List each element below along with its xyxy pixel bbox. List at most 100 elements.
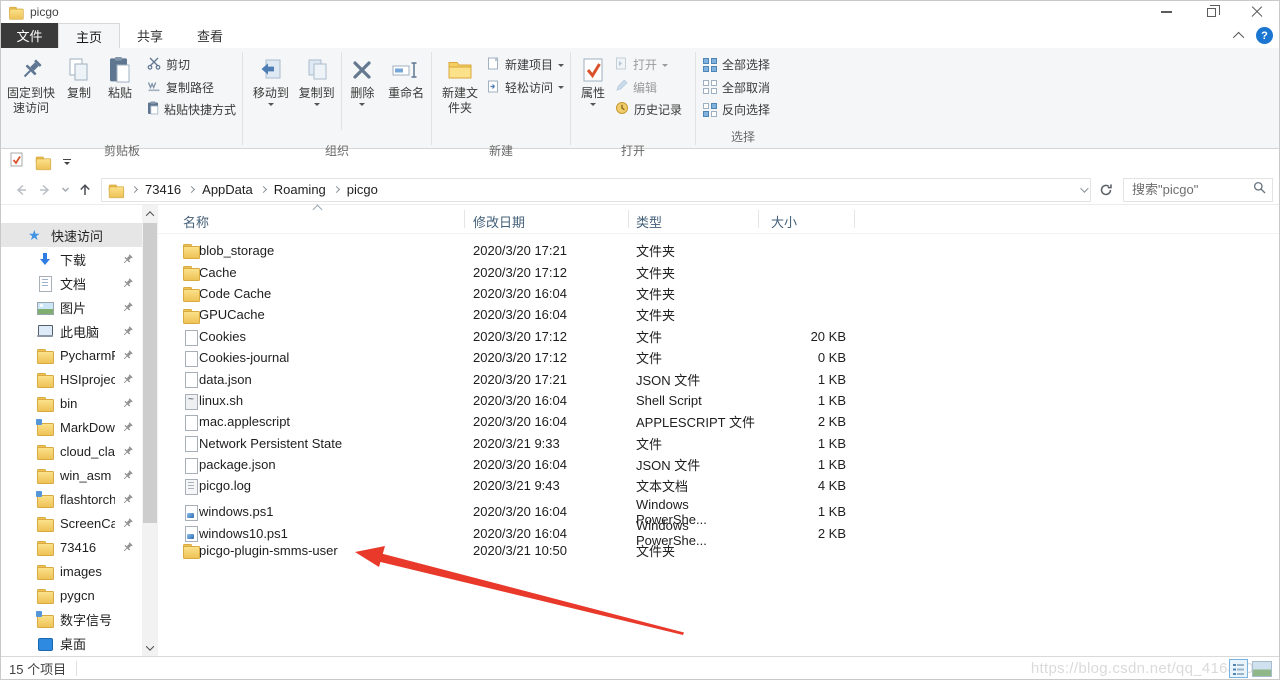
sidebar-item[interactable]: 此电脑 [1, 319, 142, 343]
select-none-button[interactable]: 全部取消 [703, 79, 770, 96]
easy-access-button[interactable]: 轻松访问 [487, 79, 565, 96]
pin-to-quick-access-button[interactable]: 固定到快速访问 [3, 49, 59, 141]
customize-toolbar-icon[interactable] [63, 159, 71, 165]
copy-path-button[interactable]: 复制路径 [147, 79, 236, 96]
sidebar-item[interactable]: flashtorch-m [1, 487, 142, 511]
collapse-ribbon-icon[interactable] [1232, 31, 1245, 43]
sidebar-item[interactable]: 快速访问 [1, 223, 142, 247]
refresh-button[interactable] [1093, 178, 1119, 202]
tab-home[interactable]: 主页 [58, 23, 121, 48]
tab-file[interactable]: 文件 [1, 23, 58, 48]
file-row[interactable]: Cookies-journal 2020/3/20 17:12 文件 0 KB [158, 347, 1279, 368]
scroll-up-icon[interactable] [142, 206, 158, 221]
organize-group-label: 组织 [324, 144, 349, 158]
file-row[interactable]: Code Cache 2020/3/20 16:04 文件夹 [158, 283, 1279, 304]
rename-button[interactable]: 重命名 [382, 49, 430, 141]
large-icons-view-button[interactable] [1252, 661, 1272, 677]
sidebar-item[interactable]: 下载 [1, 247, 142, 271]
up-button[interactable] [73, 178, 97, 202]
sidebar-item[interactable]: pygcn [1, 583, 142, 607]
sidebar-item[interactable]: 数字信号 [1, 607, 142, 631]
column-divider[interactable] [758, 210, 759, 228]
file-row[interactable]: linux.sh 2020/3/20 16:04 Shell Script 1 … [158, 390, 1279, 411]
paste-shortcut-button[interactable]: 粘贴快捷方式 [147, 101, 236, 118]
file-row[interactable]: windows10.ps1 2020/3/20 16:04 Windows Po… [158, 518, 1279, 548]
file-row[interactable]: picgo.log 2020/3/21 9:43 文本文档 4 KB [158, 475, 1279, 496]
column-header-type[interactable]: 类型 [636, 212, 662, 231]
history-button[interactable]: 历史记录 [615, 101, 682, 118]
file-row[interactable]: Cookies 2020/3/20 17:12 文件 20 KB [158, 326, 1279, 347]
scrollbar-thumb[interactable] [143, 223, 157, 523]
sidebar-item[interactable]: ScreenCaptu [1, 511, 142, 535]
details-view-button[interactable] [1229, 659, 1248, 678]
chevron-right-icon[interactable] [332, 185, 340, 194]
tab-share[interactable]: 共享 [120, 23, 180, 48]
chevron-right-icon[interactable] [130, 185, 139, 194]
chevron-right-icon[interactable] [188, 185, 196, 194]
help-icon[interactable]: ? [1256, 27, 1273, 44]
address-dropdown-icon[interactable] [1080, 183, 1089, 193]
chevron-right-icon[interactable] [259, 185, 267, 194]
file-row[interactable]: GPUCache 2020/3/20 16:04 文件夹 [158, 304, 1279, 325]
address-bar[interactable]: 73416 AppData Roaming picgo [101, 177, 1091, 202]
cut-button[interactable]: 剪切 [147, 56, 236, 73]
column-header-size[interactable]: 大小 [771, 212, 797, 231]
column-divider[interactable] [854, 210, 855, 228]
scroll-down-icon[interactable] [142, 640, 158, 655]
column-header-date[interactable]: 修改日期 [473, 212, 525, 231]
properties-quick-icon[interactable] [10, 152, 23, 172]
file-row[interactable]: package.json 2020/3/20 16:04 JSON 文件 1 K… [158, 454, 1279, 475]
minimize-button[interactable] [1144, 1, 1189, 23]
column-divider[interactable] [628, 210, 629, 228]
restore-button[interactable] [1189, 1, 1234, 23]
breadcrumb-item[interactable]: 73416 [145, 182, 181, 197]
new-folder-button[interactable]: 新建文件夹 [437, 49, 483, 141]
breadcrumb-item[interactable]: AppData [202, 182, 253, 197]
sidebar-item[interactable]: 桌面 [1, 631, 142, 655]
delete-button[interactable]: 删除 [343, 49, 383, 141]
copy-button[interactable]: 复制 [59, 49, 99, 141]
new-item-button[interactable]: 新建项目 [487, 56, 565, 73]
paste-button[interactable]: 粘贴 [99, 49, 141, 141]
file-row[interactable]: mac.applescript 2020/3/20 16:04 APPLESCR… [158, 411, 1279, 432]
close-button[interactable] [1234, 1, 1279, 23]
file-row[interactable]: Cache 2020/3/20 17:12 文件夹 [158, 261, 1279, 282]
sidebar-item[interactable]: HSIproject [1, 367, 142, 391]
column-divider[interactable] [464, 210, 465, 228]
sidebar-scrollbar[interactable] [142, 205, 158, 656]
file-row[interactable]: data.json 2020/3/20 17:21 JSON 文件 1 KB [158, 368, 1279, 389]
sidebar-item[interactable]: images [1, 559, 142, 583]
move-to-button[interactable]: 移动到 [248, 49, 294, 141]
search-icon[interactable] [1253, 181, 1266, 199]
breadcrumb-item[interactable]: picgo [347, 182, 378, 197]
back-button[interactable] [9, 178, 33, 202]
properties-button[interactable]: 属性 [574, 49, 612, 141]
tab-view[interactable]: 查看 [180, 23, 240, 48]
ribbon-separator [695, 52, 696, 145]
file-row[interactable]: blob_storage 2020/3/20 17:21 文件夹 [158, 240, 1279, 261]
select-all-button[interactable]: 全部选择 [703, 56, 770, 73]
sidebar-item[interactable]: cloud_classif [1, 439, 142, 463]
file-row[interactable]: Network Persistent State 2020/3/21 9:33 … [158, 433, 1279, 454]
sidebar-item[interactable]: PycharmProj [1, 343, 142, 367]
new-folder-quick-icon[interactable] [35, 155, 52, 170]
sidebar-item[interactable]: 图片 [1, 295, 142, 319]
forward-button[interactable] [33, 178, 57, 202]
invert-selection-button[interactable]: 反向选择 [703, 101, 770, 118]
sidebar-item[interactable]: 73416 [1, 535, 142, 559]
search-input[interactable] [1130, 181, 1253, 198]
sidebar-item-icon [37, 539, 54, 556]
copy-to-button[interactable]: 复制到 [294, 49, 340, 141]
recent-locations-icon[interactable] [57, 178, 73, 202]
sidebar-item[interactable]: win_asm [1, 463, 142, 487]
file-row[interactable]: windows.ps1 2020/3/20 16:04 Windows Powe… [158, 497, 1279, 527]
file-row[interactable]: picgo-plugin-smms-user 2020/3/21 10:50 文… [158, 539, 1279, 560]
edit-button[interactable]: 编辑 [615, 79, 682, 96]
sidebar-item[interactable]: 文档 [1, 271, 142, 295]
open-button[interactable]: 打开 [615, 56, 682, 73]
sidebar-item[interactable]: bin [1, 391, 142, 415]
breadcrumb-item[interactable]: Roaming [274, 182, 326, 197]
sidebar-item[interactable]: MarkDown [1, 415, 142, 439]
column-header-name[interactable]: 名称 [183, 212, 209, 231]
search-box[interactable] [1123, 177, 1273, 202]
